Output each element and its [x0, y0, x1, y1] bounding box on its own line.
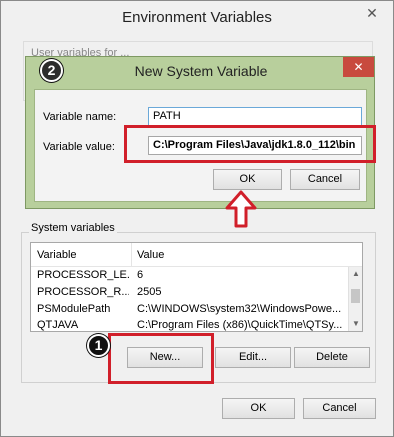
close-icon[interactable]: ✕ [357, 3, 387, 23]
red-arrow-icon [225, 190, 257, 228]
dialog-cancel-button[interactable]: Cancel [290, 169, 360, 190]
vertical-scrollbar[interactable]: ▲ ▼ [348, 267, 362, 331]
table-row[interactable]: PROCESSOR_R... 2505 [31, 285, 348, 302]
window-title: Environment Variables [122, 9, 272, 26]
new-button-highlight [108, 333, 214, 384]
window-titlebar: Environment Variables ✕ [1, 1, 393, 33]
row-variable: PSModulePath [37, 303, 111, 315]
dialog-close-icon[interactable]: ✕ [343, 57, 374, 77]
dialog-title: New System Variable [134, 63, 268, 79]
scrollbar-thumb[interactable] [351, 289, 360, 303]
table-row[interactable]: QTJAVA C:\Program Files (x86)\QuickTime\… [31, 318, 348, 331]
variable-name-field[interactable]: PATH [148, 107, 362, 126]
system-variables-list[interactable]: Variable Value PROCESSOR_LE... 6 PROCESS… [30, 242, 363, 332]
list-header: Variable Value [31, 243, 362, 267]
column-header-variable[interactable]: Variable [37, 249, 77, 261]
row-variable: QTJAVA [37, 319, 79, 331]
edit-variable-button[interactable]: Edit... [215, 347, 291, 368]
scroll-down-icon[interactable]: ▼ [352, 319, 360, 328]
step-2-badge: 2 [40, 59, 63, 82]
column-header-value[interactable]: Value [137, 249, 164, 261]
table-row[interactable]: PROCESSOR_LE... 6 [31, 268, 348, 285]
dialog-ok-button[interactable]: OK [213, 169, 282, 190]
row-variable: PROCESSOR_LE... [37, 269, 129, 281]
row-variable: PROCESSOR_R... [37, 286, 129, 298]
variable-name-label: Variable name: [43, 111, 117, 123]
row-value: 6 [137, 269, 144, 281]
row-value: C:\WINDOWS\system32\WindowsPowe... [137, 303, 342, 315]
variable-value-label: Variable value: [43, 141, 115, 153]
row-value: C:\Program Files (x86)\QuickTime\QTSy... [137, 319, 343, 331]
step-1-badge: 1 [87, 334, 110, 357]
ok-button[interactable]: OK [222, 398, 295, 419]
scroll-up-icon[interactable]: ▲ [352, 269, 360, 278]
column-divider[interactable] [131, 243, 132, 267]
table-row[interactable]: PSModulePath C:\WINDOWS\system32\Windows… [31, 302, 348, 319]
cancel-button[interactable]: Cancel [303, 398, 376, 419]
delete-variable-button[interactable]: Delete [294, 347, 370, 368]
row-value: 2505 [137, 286, 162, 298]
value-field-highlight [124, 125, 376, 163]
system-variables-label: System variables [29, 222, 117, 234]
